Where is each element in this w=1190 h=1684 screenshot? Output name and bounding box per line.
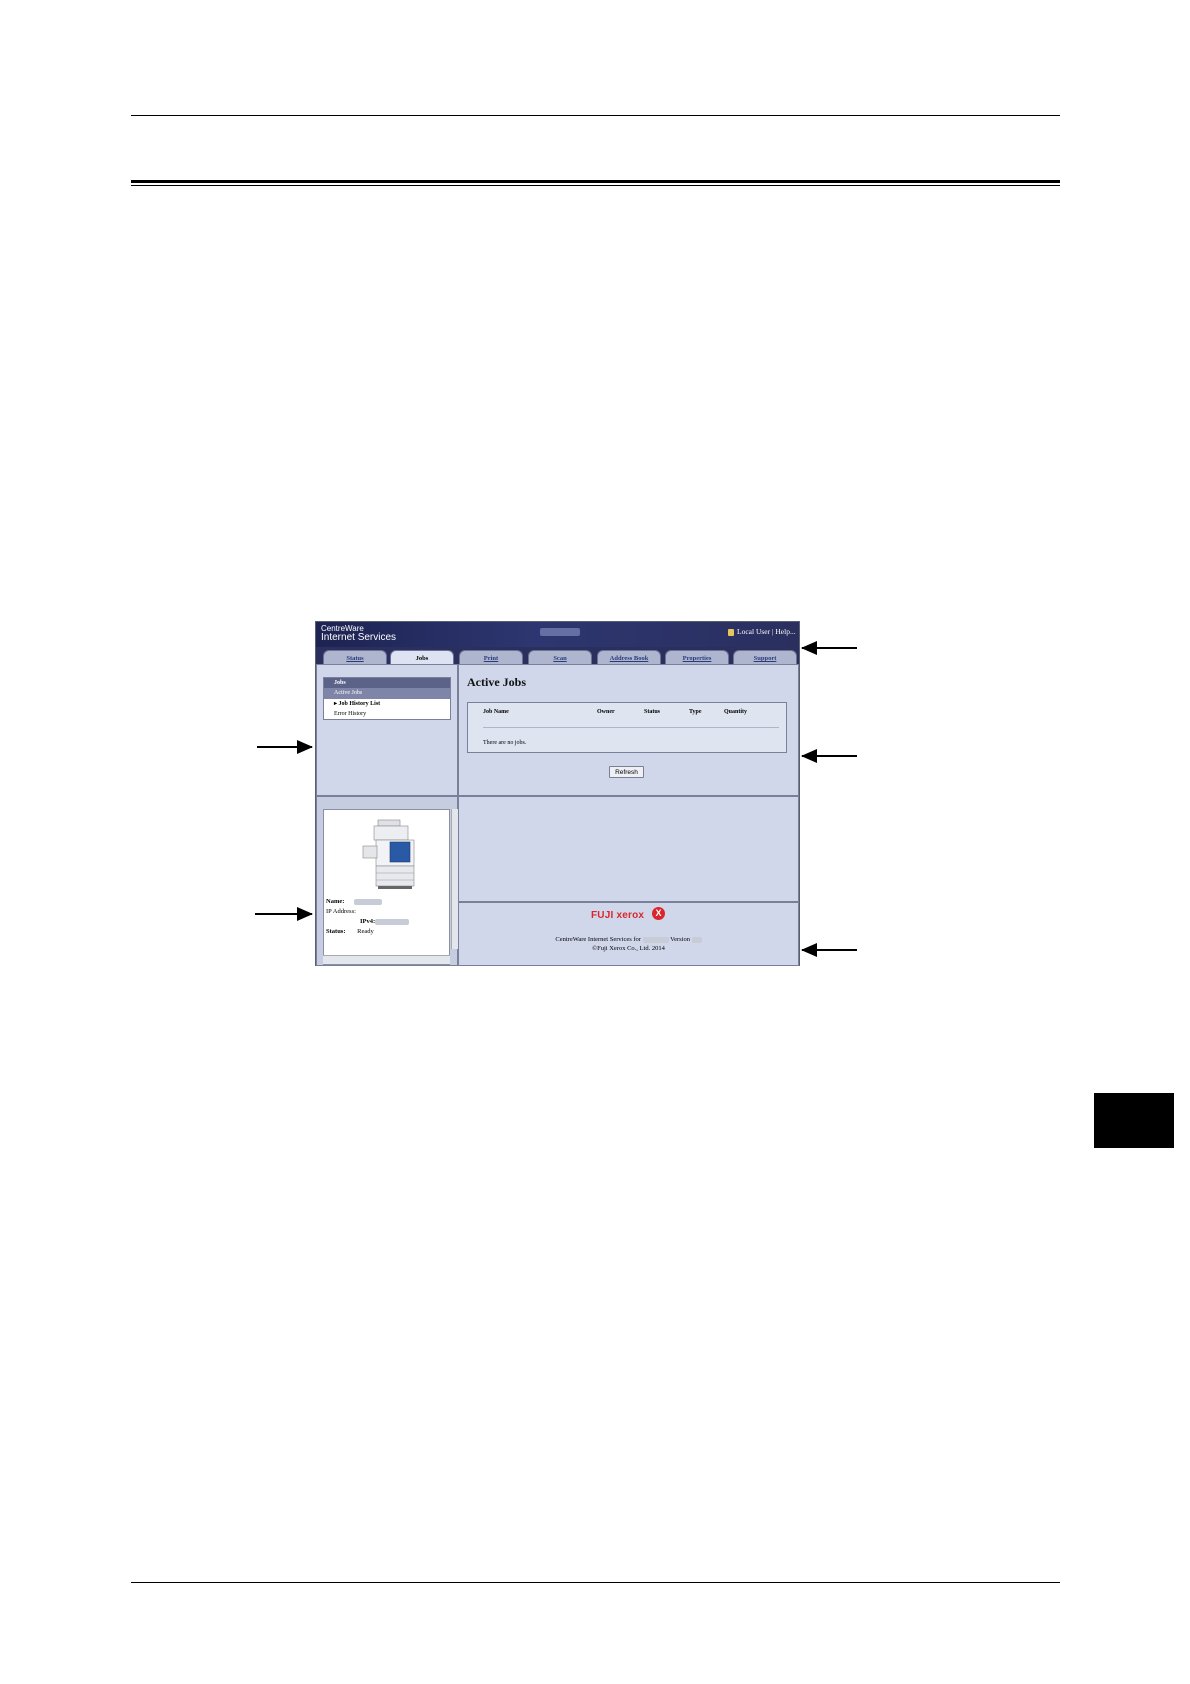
device-name-blurred: [540, 628, 580, 636]
tab-address-book[interactable]: Address Book: [597, 650, 661, 664]
nav-item-error-history[interactable]: Error History: [324, 709, 450, 720]
col-status: Status: [644, 709, 661, 715]
tab-print[interactable]: Print: [459, 650, 523, 664]
tab-status[interactable]: Status: [323, 650, 387, 664]
refresh-button[interactable]: Refresh: [609, 766, 644, 778]
footer-version-value: [691, 936, 702, 943]
nav-header: Jobs: [324, 678, 450, 688]
main-panel-lower: [458, 796, 799, 902]
brand-line2: Internet Services: [321, 632, 397, 643]
tab-jobs[interactable]: Jobs: [390, 650, 454, 664]
xerox-sphere-icon: X: [652, 907, 665, 920]
footer-model-value: [642, 936, 669, 943]
callout-arrow-device: [255, 907, 313, 921]
cwis-screenshot: CentreWare Internet Services Local User …: [315, 621, 800, 966]
footer-rule: [131, 1582, 1060, 1583]
fuji-xerox-logo: FUJI xerox: [591, 910, 645, 921]
col-owner: Owner: [597, 709, 615, 715]
callout-arrow-footer: [801, 943, 857, 957]
user-help-links[interactable]: Local User | Help...: [737, 627, 796, 636]
device-box: Name: IP Address: IPv4: Status: Ready: [323, 809, 450, 965]
callout-arrow-header: [801, 641, 857, 655]
device-status-row: Status: Ready: [326, 928, 374, 935]
horizontal-scrollbar[interactable]: [323, 955, 450, 964]
device-ipv4-row: IPv4:: [360, 918, 410, 925]
callout-arrow-menu: [257, 740, 313, 754]
device-status-value: Ready: [357, 928, 374, 935]
nav-item-job-history-label: Job History List: [338, 701, 381, 707]
device-name-value: [354, 898, 383, 905]
footer-product: CentreWare Internet Services for: [555, 936, 641, 943]
footer-version-line: CentreWare Internet Services for Version: [459, 936, 798, 943]
lock-icon: [728, 629, 734, 636]
device-ip-label: IP Address:: [326, 908, 356, 915]
footer-copyright: ©Fuji Xerox Co., Ltd. 2014: [592, 945, 665, 952]
chapter-tab: [1094, 1093, 1174, 1148]
callout-arrow-main: [801, 749, 857, 763]
nav-item-active-jobs[interactable]: Active Jobs: [324, 688, 450, 699]
device-ipv4-value: [375, 918, 410, 925]
table-divider: [483, 727, 779, 728]
nav-menu: Jobs Active Jobs ▸ Job History List Erro…: [323, 677, 451, 720]
col-quantity: Quantity: [724, 709, 748, 715]
device-name-label: Name:: [326, 898, 345, 905]
menu-panel: Jobs Active Jobs ▸ Job History List Erro…: [316, 664, 458, 796]
col-job-name: Job Name: [483, 709, 509, 715]
device-status-label: Status:: [326, 928, 346, 935]
empty-message: There are no jobs.: [483, 740, 527, 746]
vertical-scrollbar[interactable]: [451, 809, 458, 949]
main-panel: Active Jobs Job Name Owner Status Type Q…: [458, 664, 799, 796]
footer-version-label: Version: [670, 936, 690, 943]
col-type: Type: [689, 709, 702, 715]
cwis-header: CentreWare Internet Services Local User …: [316, 622, 799, 647]
device-name-row: Name:: [326, 898, 383, 905]
device-ipv4-label: IPv4:: [360, 918, 376, 925]
tab-properties[interactable]: Properties: [665, 650, 729, 664]
tab-support[interactable]: Support: [733, 650, 797, 664]
title-rule-thin: [131, 185, 1060, 186]
title-rule-thick: [131, 180, 1060, 183]
jobs-table: Job Name Owner Status Type Quantity Ther…: [467, 702, 787, 753]
device-panel: Name: IP Address: IPv4: Status: Ready: [316, 796, 458, 966]
footer-panel: FUJI xerox X CentreWare Internet Service…: [458, 902, 799, 966]
printer-icon: [362, 819, 415, 889]
tab-scan[interactable]: Scan: [528, 650, 592, 664]
header-rule: [131, 115, 1060, 116]
page-title: Active Jobs: [467, 675, 526, 689]
